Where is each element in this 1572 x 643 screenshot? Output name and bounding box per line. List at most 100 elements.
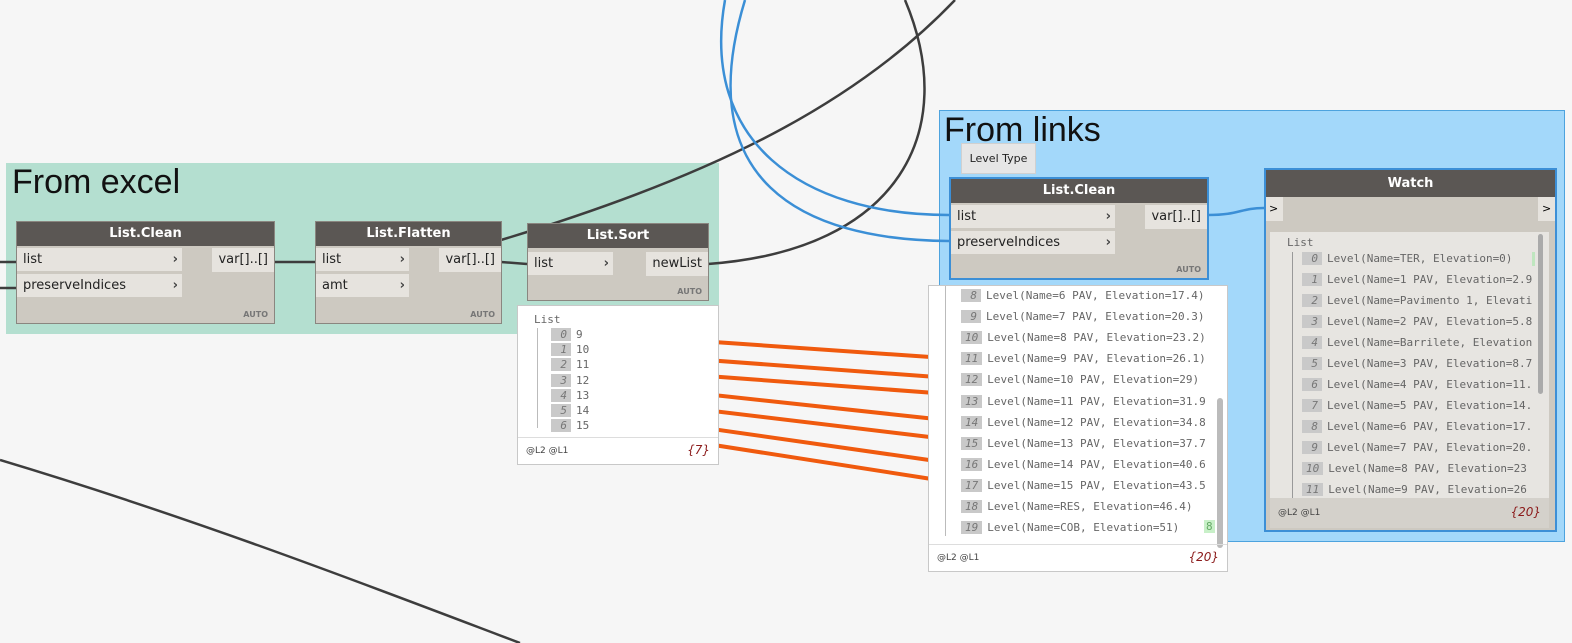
item-index: 2 (1302, 294, 1322, 307)
list-item: 14 Level(Name=12 PAV, Elevation=34.8 (961, 415, 1206, 429)
item-value: 15 (576, 419, 590, 433)
watch-preview[interactable]: List @L2 @L1 {20} 0 Level(Name=TER, Elevat… (1270, 232, 1549, 528)
node-title: List.Clean (951, 179, 1207, 203)
port-label: list (23, 252, 43, 267)
item-value: Level(Name=12 PAV, Elevation=34.8 (987, 415, 1206, 429)
item-value: Level(Name=Pavimento 1, Elevati (1327, 294, 1533, 307)
list-item: 3 Level(Name=2 PAV, Elevation=5.8 (1302, 315, 1532, 328)
output-port[interactable]: newList (646, 252, 708, 276)
input-port-preserveindices[interactable]: preserveIndices › (951, 231, 1115, 255)
item-index: 14 (961, 415, 983, 429)
chevron-right-icon: › (399, 252, 405, 267)
item-value: Level(Name=9 PAV, Elevation=26.1) (987, 352, 1206, 366)
watch-node[interactable]: Watch > > List @L2 @L1 {20} 0 Level(Name=T… (1264, 168, 1557, 532)
item-value: Level(Name=8 PAV, Elevation=23 (1328, 462, 1527, 475)
output-port[interactable]: var[]..[] (1145, 205, 1207, 229)
node-title: List.Sort (528, 224, 708, 248)
item-value: Level(Name=3 PAV, Elevation=8.7 (1327, 357, 1533, 370)
item-value: Level(Name=4 PAV, Elevation=11. (1327, 378, 1533, 391)
tree-line (945, 286, 946, 536)
item-value: Level(Name=7 PAV, Elevation=20. (1327, 441, 1533, 454)
node-title: List.Clean (17, 222, 274, 246)
item-value: 10 (576, 343, 590, 357)
list-sort-node[interactable]: List.Sort list › newList AUTO (527, 223, 709, 301)
input-port[interactable]: > (1266, 197, 1283, 221)
item-value: 9 (576, 328, 583, 341)
list-item: 11 Level(Name=9 PAV, Elevation=26 (1302, 483, 1527, 496)
list-item: 0 Level(Name=TER, Elevation=0) (1302, 252, 1512, 265)
item-index: 0 (551, 328, 571, 341)
port-label: preserveIndices (23, 278, 126, 293)
item-value: Level(Name=15 PAV, Elevation=43.5 (987, 478, 1206, 492)
item-index: 13 (961, 394, 983, 408)
list-item: 4 Level(Name=Barrilete, Elevation (1302, 336, 1532, 349)
item-index: 1 (1302, 273, 1322, 286)
item-index: 10 (961, 331, 983, 345)
item-index: 8 (961, 289, 981, 302)
chevron-right-icon: › (1105, 209, 1111, 224)
item-value: Level(Name=6 PAV, Elevation=17.4) (986, 289, 1205, 302)
list-clean-node[interactable]: List.Clean list › preserveIndices › var[].… (949, 177, 1209, 280)
input-port-list[interactable]: list › (528, 252, 613, 276)
item-index: 19 (961, 521, 983, 535)
preview-footer: @L2 @L1 {20} (1270, 498, 1549, 528)
item-index: 2 (551, 358, 571, 372)
list-item: 13 Level(Name=11 PAV, Elevation=31.9 (961, 394, 1206, 408)
input-port-list[interactable]: list › (316, 248, 409, 272)
output-port[interactable]: var[]..[] (212, 248, 274, 272)
list-item: 18 Level(Name=RES, Elevation=46.4) (961, 500, 1193, 513)
list-header: List (1287, 236, 1314, 249)
list-item: 8 Level(Name=6 PAV, Elevation=17.4) (961, 289, 1205, 302)
item-value: Level(Name=COB, Elevation=51) (987, 521, 1180, 535)
clean-preview[interactable]: 8 @L2 @L1 {20} 8 Level(Name=6 PAV, Elevati… (928, 285, 1228, 572)
list-item: 6 Level(Name=4 PAV, Elevation=11. (1302, 378, 1532, 391)
tree-line (1292, 252, 1293, 502)
output-port[interactable]: var[]..[] (439, 248, 501, 272)
item-value: Level(Name=Barrilete, Elevation (1327, 336, 1533, 349)
chevron-right-icon: › (172, 252, 178, 267)
item-value: Level(Name=10 PAV, Elevation=29) (987, 373, 1200, 387)
chevron-right-icon: › (1105, 235, 1111, 250)
output-port[interactable]: > (1538, 197, 1555, 221)
list-item: 1 10 (551, 343, 590, 357)
count-label: {20} (1510, 505, 1541, 519)
tree-line (537, 328, 538, 428)
lacing-label: AUTO (243, 310, 268, 319)
item-value: Level(Name=1 PAV, Elevation=2.9 (1327, 273, 1533, 286)
wire (1207, 206, 1265, 217)
item-index: 17 (961, 478, 983, 492)
port-label: list (534, 256, 554, 271)
tooltip: Level Type (961, 143, 1036, 174)
input-port-list[interactable]: list › (17, 248, 182, 272)
list-item: 11 Level(Name=9 PAV, Elevation=26.1) (961, 352, 1206, 366)
item-index: 18 (961, 500, 983, 513)
list-clean-node[interactable]: List.Clean list › preserveIndices › var[].… (16, 221, 275, 324)
levels-label: @L2 @L1 (937, 553, 980, 563)
list-item: 2 Level(Name=Pavimento 1, Elevati (1302, 294, 1532, 307)
item-index: 6 (1302, 378, 1322, 391)
levels-label: @L2 @L1 (526, 446, 569, 456)
scrollbar[interactable] (1217, 398, 1223, 548)
port-label: list (957, 209, 977, 224)
lacing-label: AUTO (1176, 265, 1201, 274)
list-item: 9 Level(Name=7 PAV, Elevation=20. (1302, 441, 1532, 454)
sort-preview[interactable]: List @L2 @L1 {7} 0 9 1 10 2 11 3 12 4 13 5 14 6 15 (517, 305, 719, 465)
list-item: 19 Level(Name=COB, Elevation=51) (961, 521, 1180, 535)
list-flatten-node[interactable]: List.Flatten list › amt › var[]..[] AUTO (315, 221, 502, 324)
input-port-list[interactable]: list › (951, 205, 1115, 229)
wire (719, 0, 950, 217)
input-port-preserveindices[interactable]: preserveIndices › (17, 274, 182, 298)
scrollbar[interactable] (1538, 234, 1543, 394)
list-item: 1 Level(Name=1 PAV, Elevation=2.9 (1302, 273, 1532, 286)
wire (500, 0, 956, 242)
wire (0, 458, 521, 643)
chevron-right-icon: › (172, 278, 178, 293)
item-index: 4 (1302, 336, 1322, 349)
list-item: 2 11 (551, 358, 589, 372)
wire (500, 260, 528, 266)
item-value: Level(Name=6 PAV, Elevation=17. (1327, 420, 1533, 433)
item-value: Level(Name=5 PAV, Elevation=14. (1327, 399, 1533, 412)
item-index: 3 (551, 373, 571, 387)
item-value: Level(Name=2 PAV, Elevation=5.8 (1327, 315, 1533, 328)
input-port-amt[interactable]: amt › (316, 274, 409, 298)
